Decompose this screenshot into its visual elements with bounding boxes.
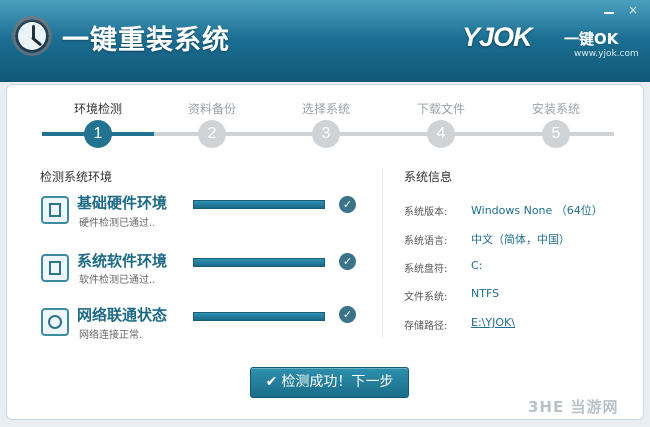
next-step-button[interactable]: ✔ 检测成功！下一步 xyxy=(250,367,409,398)
progress-bar xyxy=(193,312,325,321)
step-circle-1: 1 xyxy=(84,120,112,148)
app-title: 一键重装系统 xyxy=(62,25,230,56)
check-icon: ✓ xyxy=(339,253,356,270)
detect-item-desc: 网络连接正常. xyxy=(79,330,143,341)
sysinfo-value: Windows None （64位） xyxy=(471,204,603,217)
check-icon: ✓ xyxy=(339,196,356,213)
step-circle-5: 5 xyxy=(542,120,570,148)
step-label-2: 资料备份 xyxy=(187,102,236,116)
detect-item-desc: 软件检测已通过.. xyxy=(79,275,156,286)
check-mark-icon: ✔ xyxy=(265,374,278,390)
storage-path-link[interactable]: E:\YJOK\ xyxy=(471,316,515,329)
minimize-button[interactable] xyxy=(600,3,618,17)
sysinfo-key: 存储路径: xyxy=(404,321,448,332)
sysinfo-section-title: 系统信息 xyxy=(404,170,453,184)
watermark: 3HE 当游网 xyxy=(528,398,619,416)
sysinfo-value: C: xyxy=(471,259,483,272)
logo-text: YJOK xyxy=(462,22,533,52)
logo-tag: 一键OK xyxy=(564,30,619,48)
title-bar: 一键重装系统 YJOK 一键OK www.yjok.com × xyxy=(0,0,650,82)
globe-icon xyxy=(41,308,69,336)
logo-url: www.yjok.com xyxy=(574,49,639,59)
detect-item-desc: 硬件检测已通过.. xyxy=(79,218,156,229)
sysinfo-key: 文件系统: xyxy=(404,292,448,303)
clock-icon xyxy=(12,16,52,56)
progress-bar xyxy=(193,200,325,209)
close-button[interactable]: × xyxy=(624,3,642,17)
progress-bar xyxy=(193,258,325,267)
step-circle-4: 4 xyxy=(427,120,455,148)
step-label-3: 选择系统 xyxy=(301,102,350,116)
detect-item-title: 系统软件环境 xyxy=(77,252,168,270)
detect-item-title: 基础硬件环境 xyxy=(77,194,168,212)
monitor-icon xyxy=(41,254,69,282)
step-circle-2: 2 xyxy=(198,120,226,148)
sysinfo-key: 系统盘符: xyxy=(404,264,448,275)
sysinfo-key: 系统语言: xyxy=(404,236,448,247)
detect-item-title: 网络联通状态 xyxy=(77,306,168,324)
step-label-1: 环境检测 xyxy=(73,102,122,116)
hardware-icon xyxy=(41,196,69,224)
step-circle-3: 3 xyxy=(312,120,340,148)
step-label-5: 安装系统 xyxy=(531,102,580,116)
column-divider xyxy=(382,168,383,338)
sysinfo-value: 中文（简体，中国） xyxy=(471,233,570,246)
sysinfo-key: 系统版本: xyxy=(404,207,448,218)
step-label-4: 下载文件 xyxy=(416,102,465,116)
detect-section-title: 检测系统环境 xyxy=(40,170,113,184)
next-step-label: 检测成功！下一步 xyxy=(281,374,394,390)
sysinfo-value: NTFS xyxy=(471,287,500,300)
check-icon: ✓ xyxy=(339,306,356,323)
